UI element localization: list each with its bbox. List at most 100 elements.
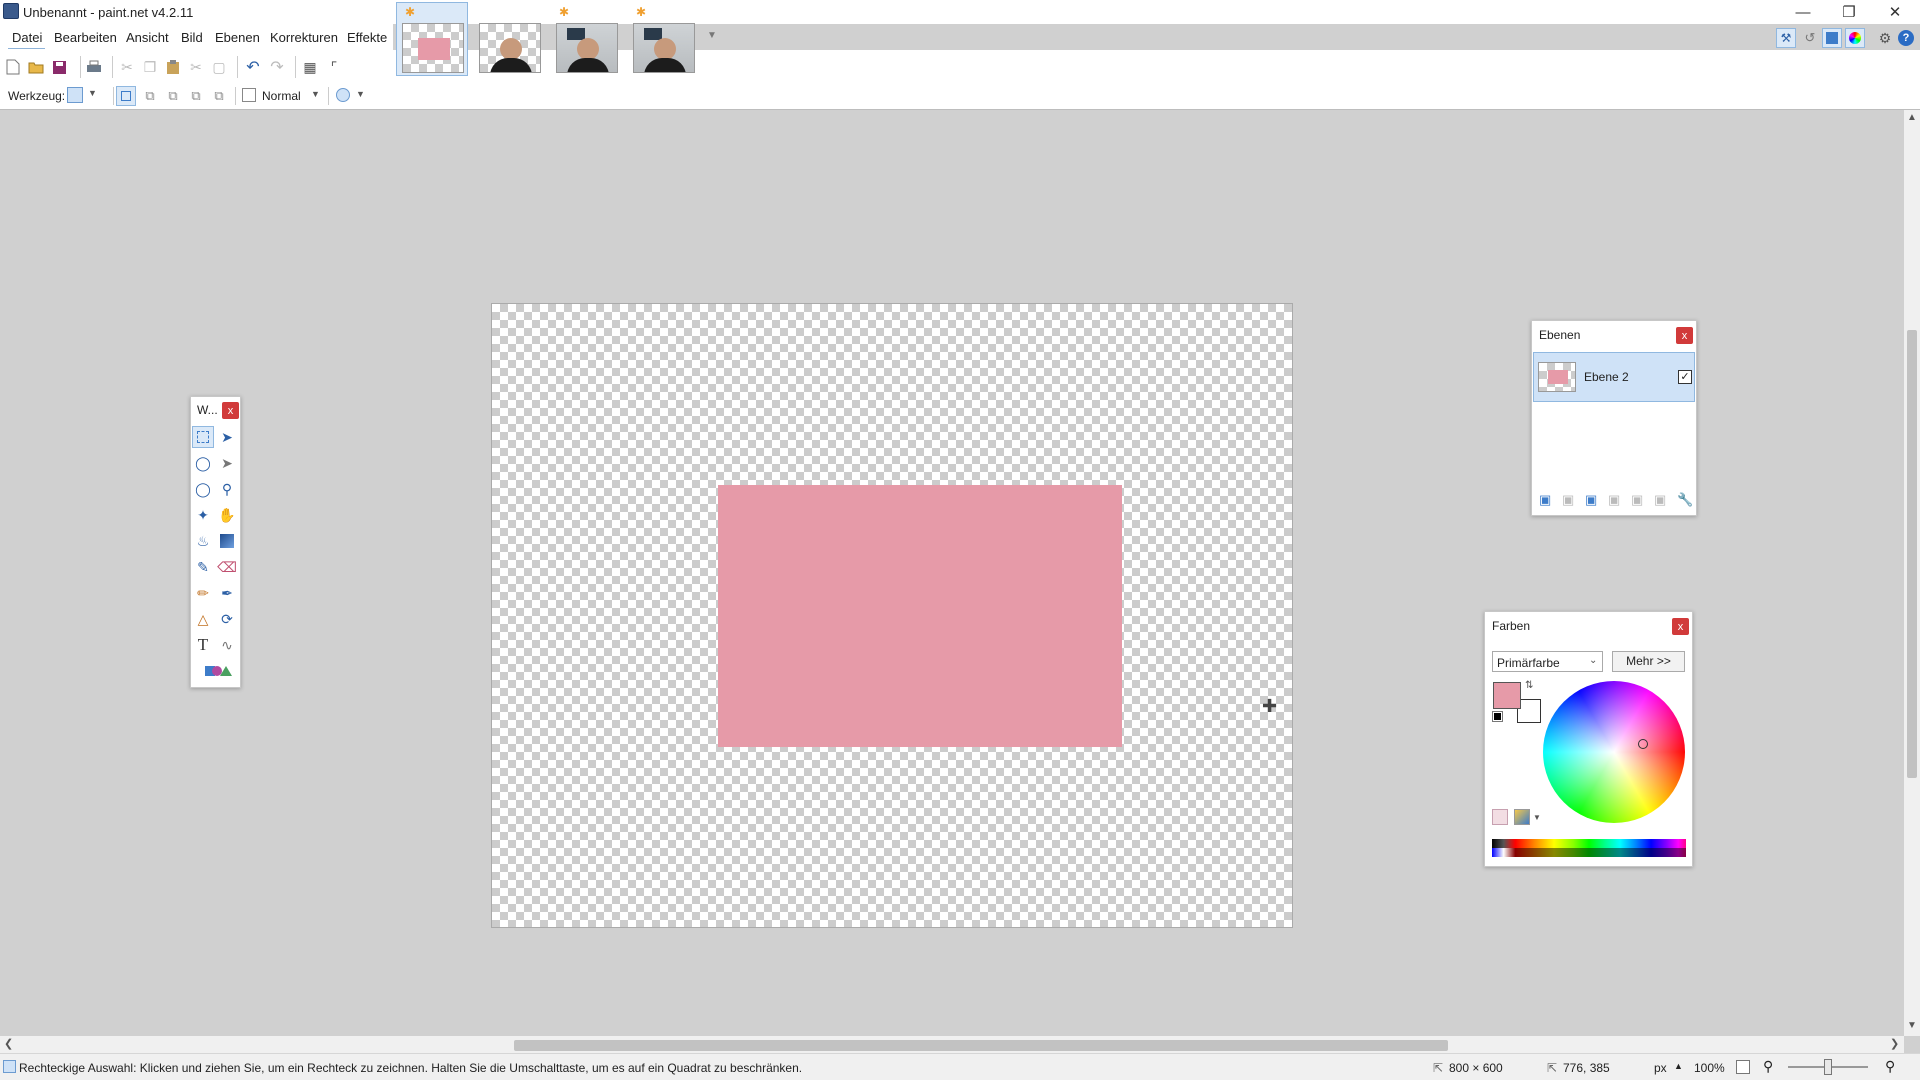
layers-window-toggle-icon[interactable] [1822, 28, 1842, 48]
text-tool-icon[interactable]: T [192, 634, 214, 656]
move-layer-up-icon[interactable]: ▣ [1631, 492, 1647, 508]
undo-icon[interactable]: ↶ [244, 58, 262, 76]
layer-row[interactable]: Ebene 2 ✓ [1533, 352, 1695, 402]
move-selection-tool-icon[interactable]: ➤ [216, 452, 238, 474]
new-file-icon[interactable] [4, 58, 22, 76]
scroll-down-icon[interactable]: ▼ [1907, 1020, 1917, 1031]
colors-window-toggle-icon[interactable] [1845, 28, 1865, 48]
line-curve-tool-icon[interactable]: ∿ [216, 634, 238, 656]
delete-layer-icon[interactable]: ▣ [1562, 492, 1578, 508]
blend-mode-dropdown[interactable]: Normal [262, 89, 301, 103]
paste-icon[interactable] [164, 58, 182, 76]
zoom-slider-thumb[interactable] [1824, 1059, 1832, 1075]
save-icon[interactable] [50, 58, 68, 76]
zoom-in-icon[interactable]: ⚲ [1885, 1058, 1895, 1075]
selection-mode-replace-icon[interactable] [116, 86, 136, 106]
color-target-chevron-down-icon[interactable]: ⌄ [1589, 655, 1597, 666]
pan-tool-icon[interactable]: ✋ [216, 504, 238, 526]
copy-icon[interactable]: ❐ [141, 58, 159, 76]
add-layer-icon[interactable]: ▣ [1539, 492, 1555, 508]
menu-ansicht[interactable]: Ansicht [126, 30, 169, 45]
vertical-scrollbar-thumb[interactable] [1907, 330, 1917, 778]
selection-mode-xor-icon[interactable]: ⧉ [209, 86, 229, 106]
swap-colors-icon[interactable]: ⇅ [1525, 680, 1533, 691]
minimize-icon[interactable]: — [1780, 0, 1826, 24]
image-tab-2[interactable] [473, 2, 545, 76]
close-icon[interactable]: ✕ [1872, 0, 1918, 24]
palette-menu-chevron-down-icon[interactable]: ▼ [1533, 813, 1541, 822]
colors-window-close-icon[interactable]: x [1672, 618, 1689, 635]
layers-window-close-icon[interactable]: x [1676, 327, 1693, 344]
merge-layer-down-icon[interactable]: ▣ [1608, 492, 1624, 508]
zoom-to-window-icon[interactable] [1736, 1060, 1750, 1074]
palette-row-1[interactable] [1492, 839, 1686, 848]
shapes-tool-icon[interactable] [204, 660, 232, 682]
add-to-palette-icon[interactable] [1492, 809, 1508, 825]
menu-ebenen[interactable]: Ebenen [215, 30, 260, 45]
print-icon[interactable] [85, 58, 103, 76]
menu-datei[interactable]: Datei [12, 30, 42, 45]
help-icon[interactable]: ? [1898, 30, 1914, 46]
scroll-left-icon[interactable]: ❮ [4, 1037, 13, 1050]
tool-selector-chevron-down-icon[interactable]: ▼ [88, 88, 97, 98]
paint-bucket-tool-icon[interactable]: ♨ [192, 530, 214, 552]
primary-color-swatch[interactable] [1493, 682, 1521, 709]
recolor-tool-icon[interactable]: ⟳ [216, 608, 238, 630]
selection-mode-exclude-icon[interactable]: ⧉ [163, 86, 183, 106]
menu-effekte[interactable]: Effekte [347, 30, 387, 45]
scroll-up-icon[interactable]: ▲ [1907, 112, 1917, 123]
duplicate-layer-icon[interactable]: ▣ [1585, 492, 1601, 508]
pencil-tool-icon[interactable]: ✏ [192, 582, 214, 604]
tools-window-toggle-icon[interactable]: ⚒ [1776, 28, 1796, 48]
color-picker-tool-icon[interactable]: ✒ [216, 582, 238, 604]
unit-chevron-up-icon[interactable]: ▲ [1674, 1061, 1683, 1071]
selection-mode-union-icon[interactable]: ⧉ [140, 86, 160, 106]
image-tab-1[interactable]: ✱ [396, 2, 468, 76]
zoom-level[interactable]: 100% [1694, 1061, 1725, 1075]
palette-menu-icon[interactable] [1514, 809, 1530, 825]
open-file-icon[interactable] [27, 58, 45, 76]
antialiasing-chevron-down-icon[interactable]: ▼ [356, 89, 365, 99]
history-window-toggle-icon[interactable]: ↺ [1800, 28, 1820, 48]
ellipse-select-tool-icon[interactable]: ◯ [192, 478, 214, 500]
cut-icon[interactable]: ✂ [118, 58, 136, 76]
antialiasing-icon[interactable] [336, 88, 350, 102]
palette-row-2[interactable] [1492, 848, 1686, 857]
move-selected-pixels-tool-icon[interactable]: ➤ [216, 426, 238, 448]
rectangle-select-tool-icon[interactable] [192, 426, 214, 448]
redo-icon[interactable]: ↷ [268, 58, 286, 76]
paintbrush-tool-icon[interactable]: ✎ [192, 556, 214, 578]
ruler-icon[interactable]: ⌜ [325, 58, 343, 76]
menu-korrekturen[interactable]: Korrekturen [270, 30, 338, 45]
image-tab-4[interactable]: ✱ [627, 2, 699, 76]
gradient-tool-icon[interactable] [216, 530, 238, 552]
color-target-dropdown[interactable]: Primärfarbe ⌄ [1492, 651, 1603, 672]
color-wheel-marker[interactable] [1638, 739, 1648, 749]
image-tab-3[interactable]: ✱ [550, 2, 622, 76]
zoom-out-icon[interactable]: ⚲ [1763, 1058, 1773, 1075]
more-button[interactable]: Mehr >> [1612, 651, 1685, 672]
restore-icon[interactable]: ❐ [1826, 0, 1872, 24]
crop-icon[interactable]: ✂ [187, 58, 205, 76]
grid-icon[interactable]: ▦ [301, 58, 319, 76]
selection-mode-intersect-icon[interactable]: ⧉ [186, 86, 206, 106]
layer-properties-wrench-icon[interactable]: 🔧 [1677, 492, 1693, 508]
deselect-icon[interactable]: ▢ [210, 58, 228, 76]
image-list-chevron-down-icon[interactable]: ▼ [707, 30, 717, 41]
layer-visibility-checkbox[interactable]: ✓ [1678, 370, 1692, 384]
unit-selector[interactable]: px [1654, 1061, 1667, 1075]
zoom-tool-icon[interactable]: ⚲ [216, 478, 238, 500]
blend-mode-chevron-down-icon[interactable]: ▼ [311, 89, 320, 99]
menu-bearbeiten[interactable]: Bearbeiten [54, 30, 117, 45]
tool-selector-rectangle-select-icon[interactable] [67, 87, 83, 103]
clone-stamp-tool-icon[interactable]: △ [192, 608, 214, 630]
reset-colors-icon[interactable] [1493, 712, 1502, 721]
horizontal-scrollbar-thumb[interactable] [514, 1040, 1448, 1051]
menu-bild[interactable]: Bild [181, 30, 203, 45]
scroll-right-icon[interactable]: ❯ [1890, 1037, 1899, 1050]
eraser-tool-icon[interactable]: ⌫ [216, 556, 238, 578]
magic-wand-tool-icon[interactable]: ✦ [192, 504, 214, 526]
move-layer-down-icon[interactable]: ▣ [1654, 492, 1670, 508]
lasso-select-tool-icon[interactable]: ◯ [192, 452, 214, 474]
color-wheel[interactable] [1543, 681, 1685, 823]
